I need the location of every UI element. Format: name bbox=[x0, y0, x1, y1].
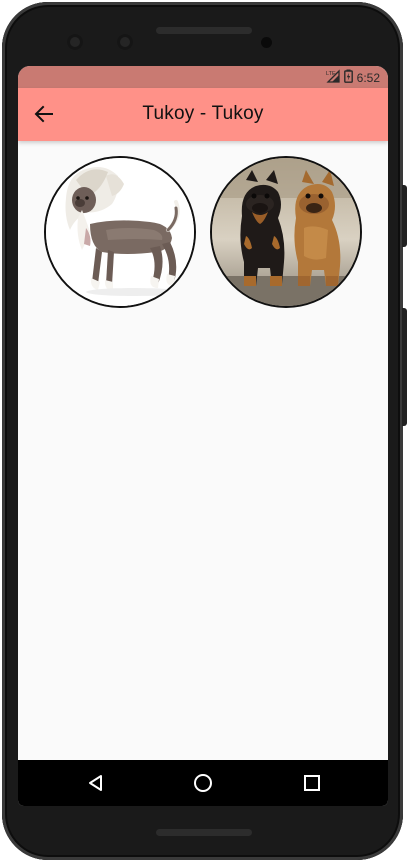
page-title: Tukoy - Tukoy bbox=[142, 103, 264, 124]
app-bar: Tukoy - Tukoy bbox=[18, 88, 388, 141]
status-icons: LTE 6:52 bbox=[326, 69, 380, 86]
power-button[interactable] bbox=[402, 185, 407, 247]
battery-icon bbox=[343, 69, 353, 86]
recent-square-icon[interactable] bbox=[300, 771, 324, 795]
phone-frame: LTE 6:52 Tukoy - Tukoy bbox=[0, 0, 407, 864]
bottom-speaker bbox=[156, 829, 252, 836]
system-navigation-bar bbox=[18, 760, 388, 806]
proximity-sensor bbox=[261, 37, 272, 48]
earpiece-speaker bbox=[156, 27, 252, 34]
screen: LTE 6:52 Tukoy - Tukoy bbox=[18, 66, 388, 806]
signal-icon: LTE bbox=[326, 69, 340, 86]
home-circle-icon[interactable] bbox=[191, 771, 215, 795]
status-time: 6:52 bbox=[356, 70, 380, 85]
dog-photo-chinese-crested[interactable] bbox=[44, 156, 196, 308]
dog-photo-brussels-griffon[interactable] bbox=[210, 156, 362, 308]
front-camera bbox=[67, 34, 83, 50]
status-bar: LTE 6:52 bbox=[18, 66, 388, 88]
volume-button[interactable] bbox=[402, 308, 407, 426]
front-camera-secondary bbox=[117, 34, 133, 50]
back-triangle-icon[interactable] bbox=[84, 771, 108, 795]
